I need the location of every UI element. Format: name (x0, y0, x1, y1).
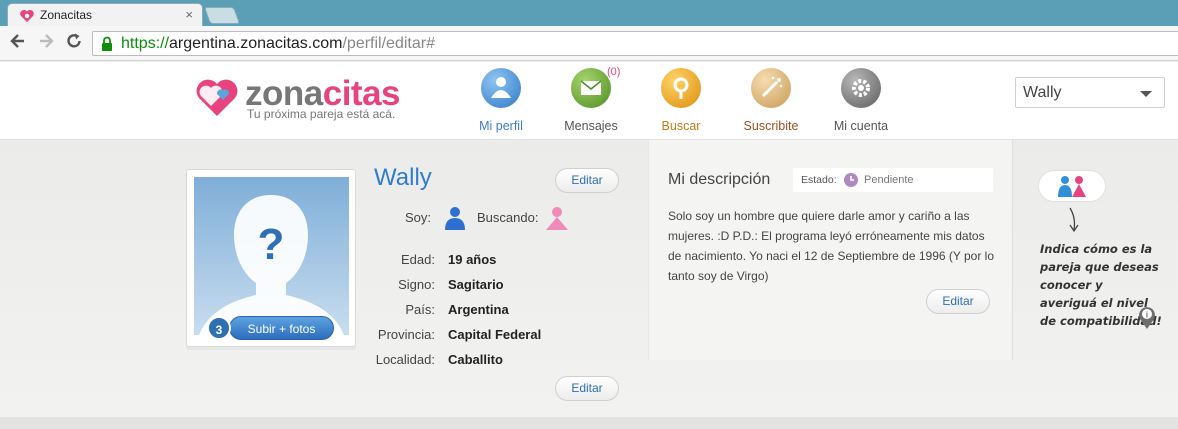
profile-content: ? Subir + fotos 3 Wally Editar Soy: Busc… (0, 140, 1178, 417)
zonacitas-logo[interactable]: zonacitas Tu próxima pareja está acá. (193, 74, 401, 123)
browser-tab-bar: Zonacitas × (0, 0, 1178, 26)
brand-tagline: Tu próxima pareja está acá. (247, 107, 396, 121)
nav-mensajes[interactable]: (0) Mensajes (541, 66, 641, 133)
field-label-localidad: Localidad: (375, 352, 435, 367)
field-value-signo: Sagitario (448, 277, 504, 292)
site-header: zonacitas Tu próxima pareja está acá. Mi… (0, 62, 1178, 140)
url-text: https://argentina.zonacitas.com/perfil/e… (121, 35, 435, 53)
forward-arrow-icon[interactable] (37, 32, 55, 55)
field-label-pais: País: (405, 302, 435, 317)
upload-photos-control: Subir + fotos 3 (207, 316, 335, 340)
soy-label: Soy: (405, 210, 432, 225)
nav-label-buscar: Buscar (661, 119, 701, 133)
user-dropdown[interactable]: Wally (1015, 77, 1165, 108)
status-label: Estado: (801, 174, 837, 186)
lock-icon (101, 36, 113, 57)
field-label-edad: Edad: (401, 252, 435, 267)
nav-label-mensajes: Mensajes (564, 119, 618, 133)
description-title: Mi descripción (668, 171, 771, 188)
gear-icon (841, 68, 881, 108)
info-pin-icon[interactable]: i (1136, 304, 1158, 330)
nav-suscribite[interactable]: Suscribite (721, 68, 821, 133)
browser-toolbar: https://argentina.zonacitas.com/perfil/e… (0, 26, 1178, 61)
user-dropdown-value: Wally (1023, 84, 1062, 101)
field-value-provincia: Capital Federal (448, 327, 542, 342)
nav-label-mi-cuenta: Mi cuenta (833, 119, 889, 133)
down-arrow-icon (1066, 206, 1082, 239)
profile-photo-card: ? Subir + fotos 3 (186, 169, 356, 347)
url-host: argentina.zonacitas.com (169, 35, 343, 52)
profile-photo-placeholder[interactable]: ? (194, 177, 349, 335)
new-tab-button[interactable] (203, 7, 241, 24)
buscando-label: Buscando: (477, 210, 539, 225)
edit-description-button[interactable]: Editar (926, 289, 990, 314)
unknown-person-icon: ? (199, 195, 344, 335)
field-value-edad: 19 años (448, 252, 497, 267)
profile-icon (481, 68, 521, 108)
profile-name: Wally (374, 164, 432, 191)
upload-photos-button[interactable]: Subir + fotos (229, 316, 334, 340)
nav-label-suscribite: Suscribite (743, 119, 799, 133)
reload-icon[interactable] (65, 32, 83, 55)
page-footer-strip (0, 417, 1178, 429)
tab-close-icon[interactable]: × (185, 7, 193, 22)
field-label-provincia: Provincia: (377, 327, 435, 342)
search-icon (661, 68, 701, 108)
chevron-down-icon (1140, 91, 1152, 97)
female-person-icon (544, 206, 570, 239)
tab-title: Zonacitas (40, 8, 93, 22)
address-bar[interactable]: https://argentina.zonacitas.com/perfil/e… (92, 31, 1178, 56)
nav-mi-perfil[interactable]: Mi perfil (451, 68, 551, 133)
magic-wand-icon (751, 68, 791, 108)
browser-tab[interactable]: Zonacitas × (7, 3, 203, 26)
back-arrow-icon[interactable] (9, 32, 27, 55)
couple-icon[interactable] (1038, 170, 1106, 202)
nav-label-mi-perfil: Mi perfil (479, 119, 523, 133)
envelope-icon (571, 68, 611, 108)
nav-mi-cuenta[interactable]: Mi cuenta (811, 68, 911, 133)
field-value-pais: Argentina (448, 302, 509, 317)
svg-text:i: i (1146, 311, 1148, 320)
url-protocol: https:// (121, 35, 170, 52)
compatibility-sidebar: Indica cómo es la pareja que deseas cono… (1014, 140, 1178, 360)
gender-row: Soy: Buscando: (400, 206, 580, 236)
messages-count-badge: (0) (607, 66, 621, 78)
field-label-signo: Signo: (398, 277, 435, 292)
nav-buscar[interactable]: Buscar (631, 68, 731, 133)
male-person-icon (442, 206, 468, 239)
edit-details-button[interactable]: Editar (555, 376, 619, 401)
edit-name-button[interactable]: Editar (555, 168, 619, 193)
status-value: Pendiente (864, 174, 914, 186)
url-path: /perfil/editar# (342, 35, 435, 52)
clock-icon (844, 173, 858, 187)
description-panel: Mi descripción Estado: Pendiente Solo so… (648, 140, 1013, 360)
field-value-localidad: Caballito (448, 352, 503, 367)
photo-count-badge: 3 (207, 316, 231, 340)
description-text: Solo soy un hombre que quiere darle amor… (668, 209, 995, 283)
status-badge: Estado: Pendiente (793, 168, 993, 192)
logo-hearts-icon (196, 79, 238, 116)
svg-text:?: ? (258, 220, 285, 269)
